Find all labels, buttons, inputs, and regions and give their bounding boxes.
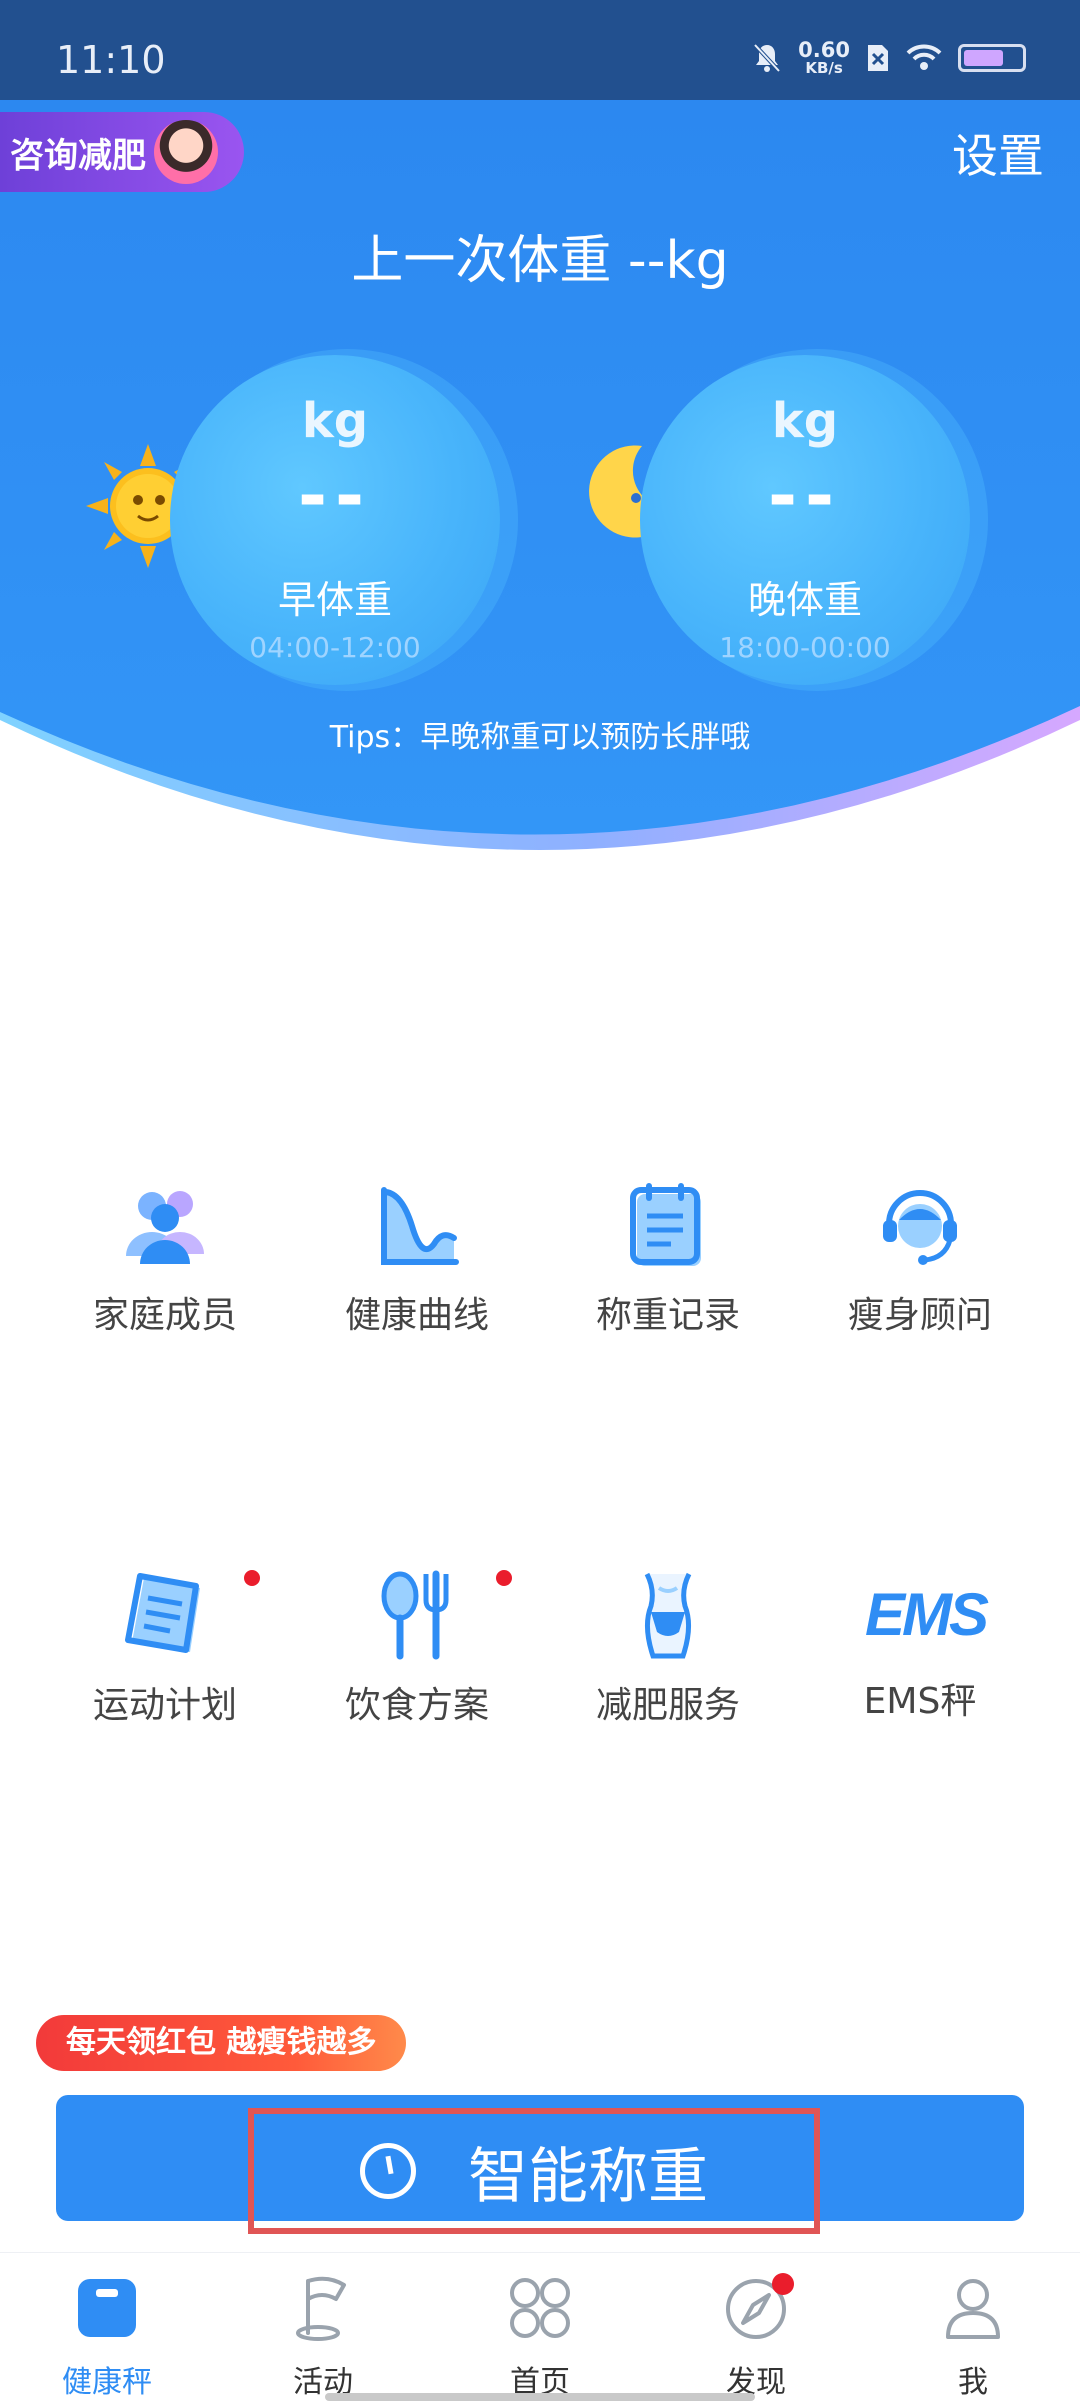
bell-off-icon	[753, 43, 781, 73]
grid-item-diet-plan[interactable]: 饮食方案	[292, 1570, 542, 1728]
morning-time-range: 04:00-12:00	[249, 631, 421, 664]
grid-label: 健康曲线	[344, 1295, 489, 1336]
settings-button[interactable]: 设置	[952, 120, 1044, 186]
grid-item-weight-loss-service[interactable]: 减肥服务	[543, 1570, 793, 1728]
tab-label: 健康秤	[62, 2365, 152, 2400]
diet-plan-icon	[381, 1570, 449, 1660]
morning-weight-card[interactable]: kg -- 早体重 04:00-12:00	[170, 355, 500, 685]
morning-label: 早体重	[277, 578, 392, 622]
grid-icon	[510, 2278, 570, 2338]
status-icons: 0.60 KB/s	[752, 40, 1026, 76]
family-members-icon	[126, 1191, 204, 1264]
grid-label: 称重记录	[595, 1295, 740, 1336]
scale-icon	[78, 2279, 136, 2337]
status-time: 11:10	[56, 38, 166, 82]
diet-plan-badge	[496, 1570, 512, 1586]
evening-label: 晚体重	[747, 578, 862, 622]
discover-badge	[772, 2273, 794, 2295]
net-speed-unit: KB/s	[805, 59, 843, 77]
evening-unit: kg	[771, 393, 839, 449]
grid-label: 饮食方案	[344, 1685, 489, 1726]
sim-x-icon	[868, 45, 888, 71]
wifi-icon	[906, 44, 942, 70]
evening-value: --	[767, 455, 843, 537]
grid-item-family-members[interactable]: 家庭成员	[40, 1180, 290, 1338]
weight-loss-service-icon	[644, 1572, 692, 1659]
tab-home[interactable]: 首页	[440, 2273, 640, 2401]
morning-value: --	[297, 455, 373, 537]
evening-weight-card[interactable]: kg -- 晚体重 18:00-00:00	[640, 355, 970, 685]
bottom-nav: 健康秤 活动 首页 发现 我	[0, 2252, 1080, 2408]
grid-label: EMS秤	[863, 1681, 977, 1722]
net-speed-value: 0.60	[798, 38, 850, 62]
grid-item-weigh-record[interactable]: 称重记录	[543, 1180, 793, 1338]
grid-item-slimming-advisor[interactable]: 瘦身顾问	[795, 1180, 1045, 1338]
evening-time-range: 18:00-00:00	[719, 631, 891, 664]
smart-weigh-highlight	[248, 2108, 820, 2234]
grid-item-ems-scale[interactable]: EMS EMS秤	[795, 1570, 1045, 1724]
grid-label: 瘦身顾问	[847, 1295, 992, 1336]
consultant-avatar-icon	[154, 120, 218, 184]
weigh-record-icon	[630, 1183, 701, 1266]
home-indicator[interactable]	[325, 2393, 755, 2401]
flag-icon	[296, 2276, 346, 2341]
tab-me[interactable]: 我	[873, 2273, 1073, 2401]
tab-discover[interactable]: 发现	[656, 2273, 856, 2401]
exercise-plan-badge	[244, 1570, 260, 1586]
battery-icon	[958, 44, 1026, 72]
slimming-advisor-icon	[883, 1190, 957, 1265]
person-icon	[946, 2279, 1000, 2339]
tips-text: Tips：早晚称重可以预防长胖哦	[329, 720, 751, 755]
red-packet-promo[interactable]: 每天领红包 越瘦钱越多	[36, 2015, 407, 2071]
net-speed: 0.60 KB/s	[798, 40, 850, 76]
last-weight-text: 上一次体重 --kg	[351, 231, 729, 291]
grid-label: 家庭成员	[92, 1295, 237, 1336]
grid-label: 运动计划	[92, 1685, 237, 1726]
tab-label: 我	[958, 2365, 988, 2400]
exercise-plan-icon	[125, 1573, 200, 1653]
grid-label: 减肥服务	[595, 1685, 740, 1726]
consult-weight-loss-button[interactable]: 咨询减肥	[0, 112, 244, 192]
health-curve-icon	[381, 1187, 459, 1265]
grid-item-health-curve[interactable]: 健康曲线	[292, 1180, 542, 1338]
tab-activity[interactable]: 活动	[223, 2273, 423, 2401]
tab-health-scale[interactable]: 健康秤	[7, 2273, 207, 2401]
morning-unit: kg	[301, 393, 369, 449]
ems-scale-icon: EMS	[865, 1581, 989, 1648]
consult-label: 咨询减肥	[10, 135, 146, 176]
grid-item-exercise-plan[interactable]: 运动计划	[40, 1570, 290, 1728]
status-bar: 11:10 0.60 KB/s	[0, 0, 1080, 100]
